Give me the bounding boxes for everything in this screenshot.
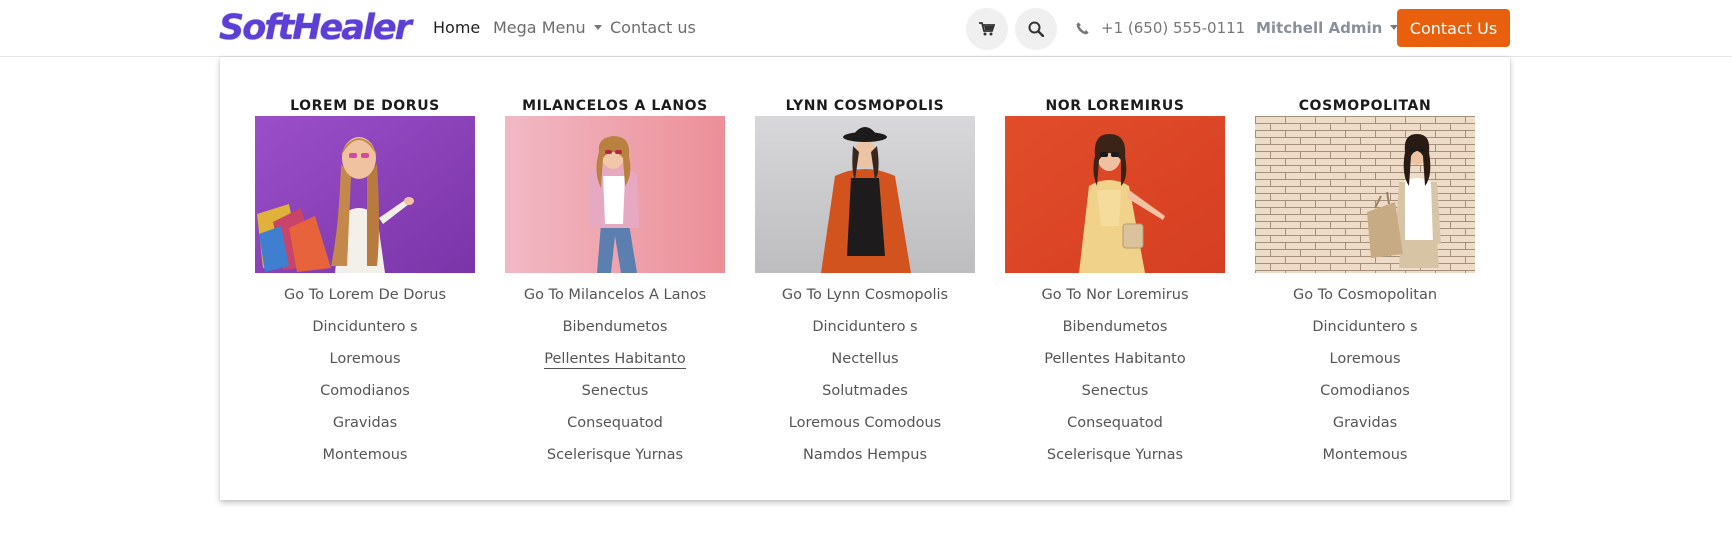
phone-icon <box>1076 21 1089 34</box>
nav-mega-menu-dropdown[interactable]: Mega Menu <box>493 18 602 38</box>
column-link[interactable]: Loremous Comodous <box>755 407 975 439</box>
user-name: Mitchell Admin <box>1256 19 1383 37</box>
chevron-down-icon <box>593 25 602 30</box>
nav-mega-menu-label: Mega Menu <box>493 18 586 37</box>
column-links: Go To Lynn Cosmopolis Dinciduntero s Nec… <box>755 279 975 471</box>
column-links: Go To Cosmopolitan Dinciduntero s Loremo… <box>1255 279 1475 471</box>
column-link[interactable]: Bibendumetos <box>1005 311 1225 343</box>
column-link[interactable]: Senectus <box>1005 375 1225 407</box>
column-link[interactable]: Go To Milancelos A Lanos <box>505 279 725 311</box>
column-link[interactable]: Montemous <box>255 439 475 471</box>
search-icon <box>1028 21 1044 37</box>
column-link[interactable]: Namdos Hempus <box>755 439 975 471</box>
column-link[interactable]: Dinciduntero s <box>1255 311 1475 343</box>
column-link[interactable]: Bibendumetos <box>505 311 725 343</box>
column-link[interactable]: Consequatod <box>505 407 725 439</box>
column-link[interactable]: Montemous <box>1255 439 1475 471</box>
contact-us-button[interactable]: Contact Us <box>1397 9 1510 47</box>
column-link[interactable]: Go To Nor Loremirus <box>1005 279 1225 311</box>
column-link[interactable]: Go To Lynn Cosmopolis <box>755 279 975 311</box>
column-link-hovered[interactable]: Pellentes Habitanto <box>505 343 725 375</box>
column-link[interactable]: Gravidas <box>255 407 475 439</box>
column-title: NOR LOREMIRUS <box>1045 98 1185 114</box>
column-link-text: Pellentes Habitanto <box>544 351 686 369</box>
column-link[interactable]: Senectus <box>505 375 725 407</box>
column-links: Go To Lorem De Dorus Dinciduntero s Lore… <box>255 279 475 471</box>
category-image[interactable] <box>505 116 725 273</box>
column-link[interactable]: Scelerisque Yurnas <box>505 439 725 471</box>
shopping-cart-icon <box>979 22 995 36</box>
top-navbar: SoftHealer Home Mega Menu Contact us +1 … <box>0 0 1732 57</box>
user-menu-dropdown[interactable]: Mitchell Admin <box>1256 18 1399 38</box>
phone-number: +1 (650) 555-0111 <box>1101 19 1246 37</box>
category-image[interactable] <box>755 116 975 273</box>
nav-contact-link[interactable]: Contact us <box>610 18 696 38</box>
column-link[interactable]: Go To Cosmopolitan <box>1255 279 1475 311</box>
column-links: Go To Milancelos A Lanos Bibendumetos Pe… <box>505 279 725 471</box>
phone-contact[interactable]: +1 (650) 555-0111 <box>1076 18 1245 38</box>
column-link[interactable]: Go To Lorem De Dorus <box>255 279 475 311</box>
column-link[interactable]: Pellentes Habitanto <box>1005 343 1225 375</box>
mega-menu-panel: LOREM DE DORUS Go To Lorem De Dorus Dinc… <box>220 57 1510 500</box>
category-image[interactable] <box>255 116 475 273</box>
column-link[interactable]: Solutmades <box>755 375 975 407</box>
column-link[interactable]: Comodianos <box>255 375 475 407</box>
column-link[interactable]: Comodianos <box>1255 375 1475 407</box>
column-link[interactable]: Gravidas <box>1255 407 1475 439</box>
column-title: MILANCELOS A LANOS <box>522 98 708 114</box>
nav-home-link[interactable]: Home <box>433 18 480 38</box>
column-link[interactable]: Nectellus <box>755 343 975 375</box>
softhealer-logo[interactable]: SoftHealer <box>219 8 412 48</box>
column-link[interactable]: Scelerisque Yurnas <box>1005 439 1225 471</box>
column-link[interactable]: Dinciduntero s <box>255 311 475 343</box>
column-title: COSMOPOLITAN <box>1298 98 1432 114</box>
column-link[interactable]: Loremous <box>255 343 475 375</box>
column-title: LOREM DE DORUS <box>290 98 440 114</box>
category-image[interactable] <box>1255 116 1475 273</box>
cart-button[interactable] <box>966 8 1008 50</box>
column-title: LYNN COSMOPOLIS <box>785 98 945 114</box>
category-image[interactable] <box>1005 116 1225 273</box>
column-link[interactable]: Dinciduntero s <box>755 311 975 343</box>
search-button[interactable] <box>1015 8 1057 50</box>
column-link[interactable]: Consequatod <box>1005 407 1225 439</box>
column-links: Go To Nor Loremirus Bibendumetos Pellent… <box>1005 279 1225 471</box>
column-link[interactable]: Loremous <box>1255 343 1475 375</box>
